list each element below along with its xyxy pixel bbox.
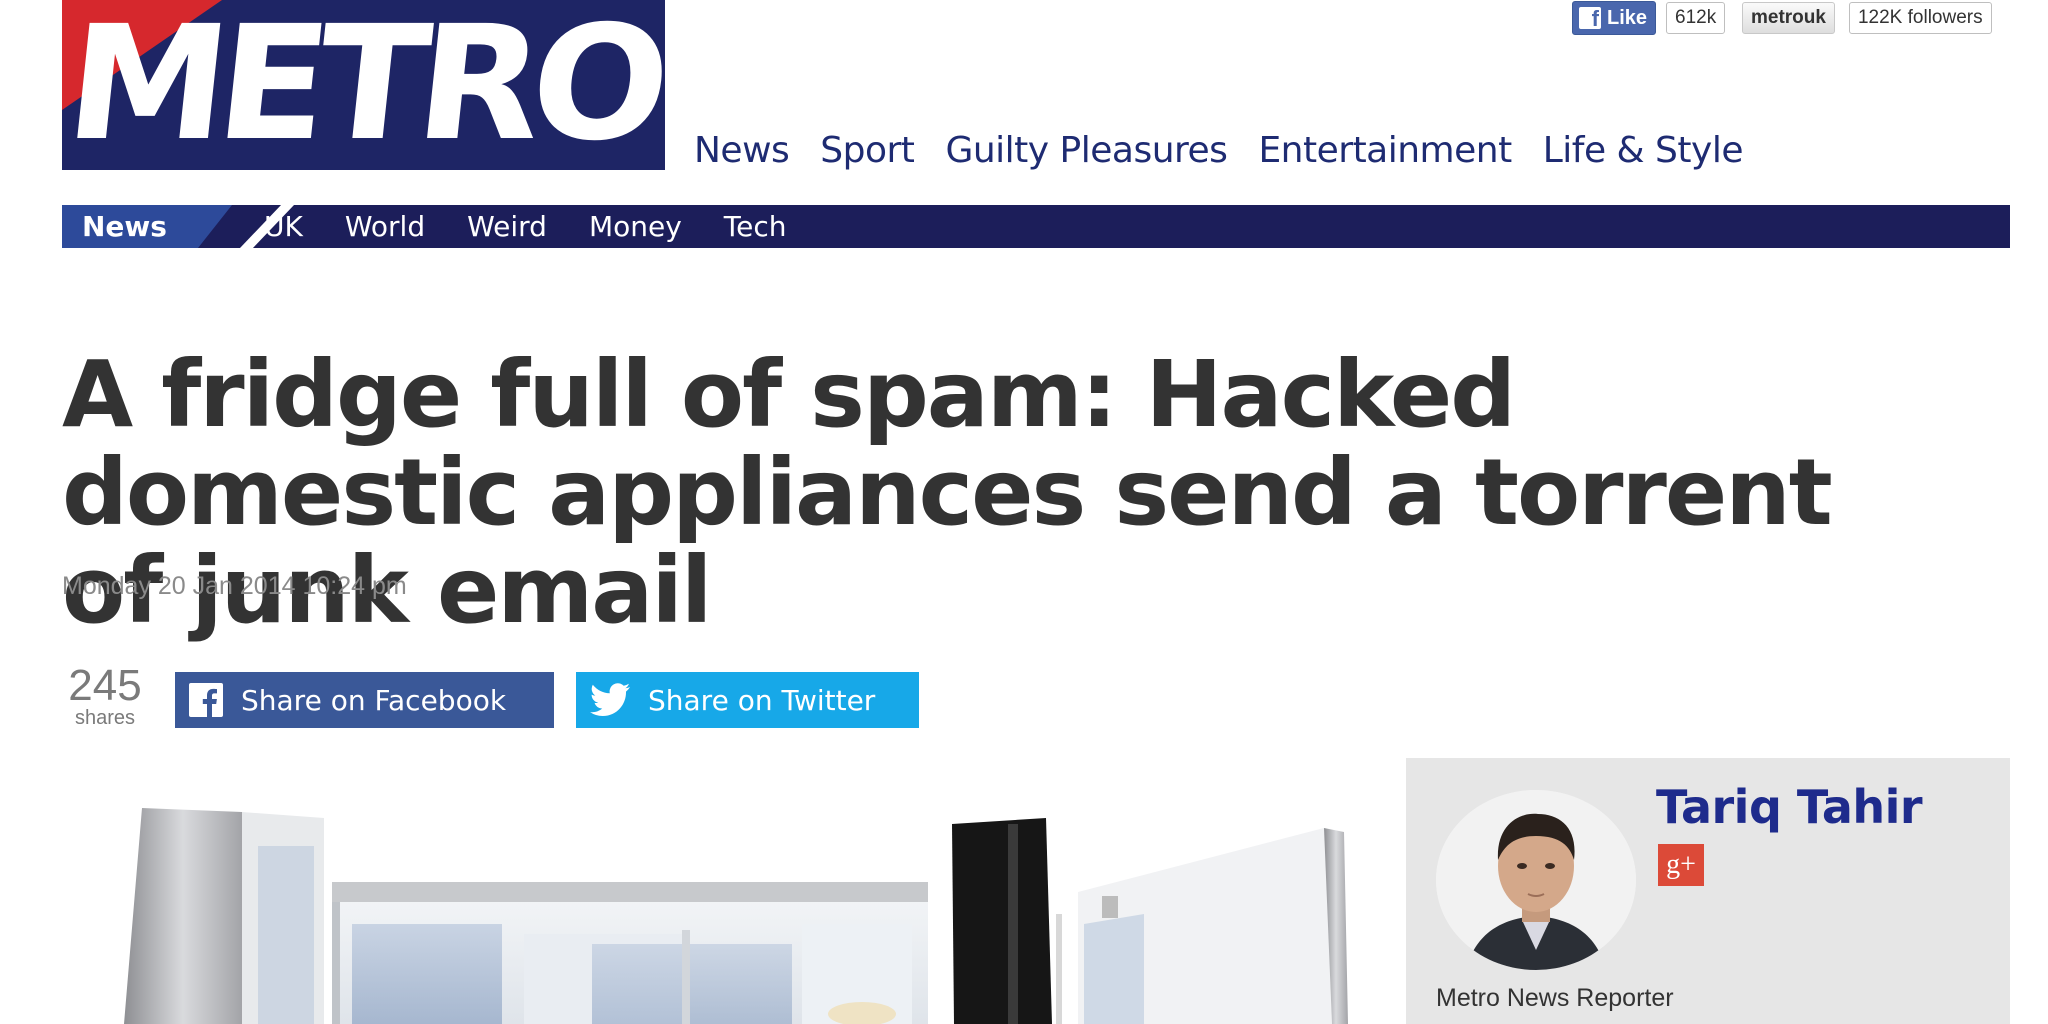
share-twitter-label: Share on Twitter: [648, 683, 876, 717]
section-nav-item-tech[interactable]: Tech: [724, 210, 787, 243]
twitter-follower-count: 122K followers: [1848, 2, 1992, 34]
share-twitter-button[interactable]: Share on Twitter: [576, 672, 919, 728]
section-nav-item-money[interactable]: Money: [589, 210, 682, 243]
main-nav-item-guilty-pleasures[interactable]: Guilty Pleasures: [945, 130, 1228, 171]
author-name[interactable]: Tariq Tahir: [1656, 780, 1923, 834]
share-count-label: shares: [74, 707, 136, 729]
section-nav-item-uk[interactable]: UK: [264, 210, 303, 243]
main-nav-item-news[interactable]: News: [694, 130, 790, 171]
logo-wordmark: METRO: [62, 0, 665, 170]
article-hero-image: [62, 764, 1392, 1024]
facebook-like-label: Like: [1607, 6, 1648, 29]
author-avatar[interactable]: [1436, 790, 1636, 970]
facebook-like-button[interactable]: f Like: [1572, 1, 1657, 35]
section-nav-item-world[interactable]: World: [345, 210, 425, 243]
facebook-icon: f: [1579, 7, 1601, 30]
share-facebook-button[interactable]: Share on Facebook: [175, 672, 554, 728]
main-nav: News Sport Guilty Pleasures Entertainmen…: [694, 130, 1743, 171]
google-plus-icon[interactable]: g+: [1658, 844, 1704, 886]
twitter-bird-icon: [590, 683, 630, 716]
section-nav-links: UK World Weird Money Tech: [264, 205, 787, 248]
twitter-follow-button[interactable]: metrouk: [1742, 2, 1835, 34]
author-portrait: [1436, 790, 1636, 970]
share-count-number: 245: [68, 661, 142, 710]
author-role: Metro News Reporter: [1436, 984, 1674, 1012]
metro-logo[interactable]: METRO: [62, 0, 665, 170]
main-nav-item-life-style[interactable]: Life & Style: [1543, 130, 1744, 171]
main-nav-item-entertainment[interactable]: Entertainment: [1258, 130, 1512, 171]
section-nav: News UK World Weird Money Tech: [62, 205, 2010, 248]
twitter-follow-widget: metrouk 122K followers: [1742, 2, 1992, 34]
share-count: 245 shares: [62, 661, 148, 729]
facebook-like-count: 612k: [1666, 2, 1726, 34]
section-nav-item-weird[interactable]: Weird: [467, 210, 547, 243]
facebook-icon: [189, 683, 223, 717]
author-card: Tariq Tahir g+ Metro News Reporter: [1406, 758, 2010, 1024]
facebook-like-widget: f Like 612k: [1572, 1, 1726, 35]
fridge-illustration: [124, 808, 1348, 1024]
article-date: Monday 20 Jan 2014 10:24 pm: [62, 572, 407, 600]
share-facebook-label: Share on Facebook: [241, 683, 507, 717]
main-nav-item-sport[interactable]: Sport: [820, 130, 915, 171]
section-nav-active-news[interactable]: News: [62, 205, 232, 248]
